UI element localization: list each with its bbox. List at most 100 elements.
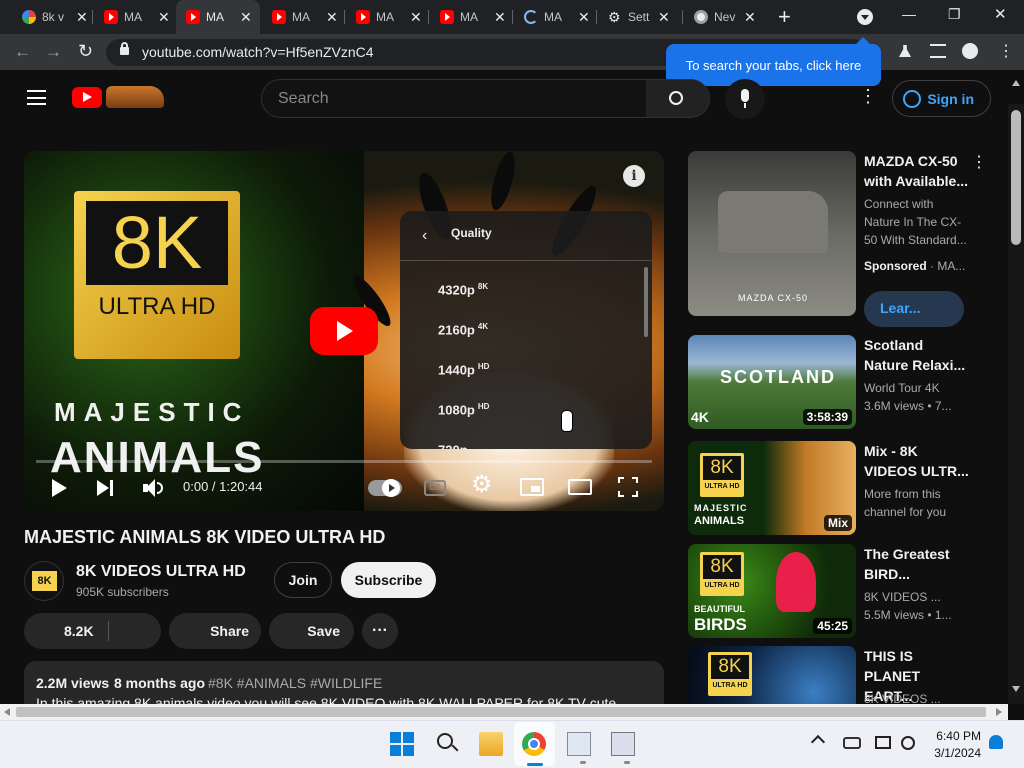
tab-8[interactable]: ⚙ Setti ✕ — [598, 4, 680, 30]
search-input[interactable]: Search — [278, 90, 329, 108]
video-thumbnail-birds[interactable]: 8K ULTRA HD BEAUTIFUL BIRDS 45:25 — [688, 544, 856, 638]
share-button[interactable]: Share — [169, 613, 261, 649]
video-title-scotland[interactable]: Scotland Nature Relaxi... — [864, 335, 970, 375]
search-box[interactable]: Search — [261, 79, 647, 118]
miniplayer-icon[interactable] — [520, 478, 544, 496]
video-title-birds[interactable]: The Greatest BIRD... — [864, 544, 970, 584]
network-icon[interactable] — [875, 736, 891, 749]
forward-icon[interactable]: → — [45, 42, 62, 62]
back-icon[interactable]: ← — [14, 42, 31, 62]
video-thumbnail-planet[interactable]: 8K ULTRA HD — [688, 646, 856, 704]
youtube-logo-icon[interactable] — [72, 87, 102, 108]
url-text[interactable]: youtube.com/watch?v=Hf5enZVznC4 — [142, 44, 374, 60]
quality-menu-header[interactable]: ‹ Quality — [400, 211, 652, 261]
autoplay-toggle[interactable] — [368, 479, 402, 497]
like-count[interactable]: 8.2K — [64, 623, 94, 639]
scrollbar-thumb[interactable] — [1011, 110, 1021, 245]
tab-3-active[interactable]: MA ✕ — [176, 0, 260, 34]
horizontal-scrollbar[interactable] — [0, 704, 1008, 720]
close-tab-icon[interactable]: ✕ — [578, 9, 590, 26]
ad-thumbnail[interactable]: MAZDA CX-50 — [688, 151, 856, 316]
captions-icon[interactable]: CC — [424, 480, 446, 496]
channel-name[interactable]: 8K VIDEOS ULTRA HD — [76, 563, 246, 581]
play-icon[interactable] — [48, 476, 72, 500]
close-tab-icon[interactable]: ✕ — [158, 9, 170, 26]
tab-7[interactable]: MA ✕ — [514, 4, 594, 30]
thumbs-down-icon[interactable] — [124, 623, 138, 637]
photos-app-icon[interactable] — [567, 732, 591, 756]
scroll-right-arrow-icon[interactable] — [996, 708, 1002, 716]
info-icon[interactable]: i — [623, 165, 645, 187]
scroll-down-arrow-icon[interactable] — [1012, 686, 1020, 692]
quality-option-4320p[interactable]: 4320p 8K — [438, 282, 488, 297]
close-tab-icon[interactable]: ✕ — [240, 9, 252, 26]
media-control-icon[interactable] — [930, 44, 946, 58]
learn-more-button[interactable]: Lear... — [864, 291, 964, 327]
tab-9[interactable]: Nev ✕ — [684, 4, 766, 30]
settings-more-icon[interactable]: ⋮ — [859, 86, 877, 107]
restore-button[interactable]: ❐ — [948, 6, 961, 23]
chrome-menu-icon[interactable]: ⋮ — [998, 41, 1014, 61]
quality-option-1440p[interactable]: 1440p HD — [438, 362, 489, 377]
video-player[interactable]: 8K ULTRA HD MAJESTIC ANIMALS i ‹ Quality… — [24, 151, 664, 511]
theater-mode-icon[interactable] — [568, 479, 592, 495]
progress-bar[interactable] — [36, 460, 652, 463]
tab-2[interactable]: MA ✕ — [94, 4, 174, 30]
volume-muted-icon[interactable] — [901, 736, 915, 750]
close-tab-icon[interactable]: ✕ — [744, 9, 756, 26]
scroll-left-arrow-icon[interactable] — [4, 708, 10, 716]
channel-avatar[interactable]: 8K — [24, 561, 64, 601]
close-tab-icon[interactable]: ✕ — [410, 9, 422, 26]
file-explorer-icon[interactable] — [479, 732, 503, 756]
fullscreen-icon[interactable] — [618, 477, 638, 497]
join-button[interactable]: Join — [274, 562, 332, 598]
reload-icon[interactable]: ↻ — [78, 41, 93, 62]
hashtags[interactable]: #8K #ANIMALS #WILDLIFE — [208, 675, 382, 691]
volume-icon[interactable] — [141, 476, 165, 500]
search-icon[interactable] — [435, 732, 459, 756]
scroll-up-arrow-icon[interactable] — [1012, 80, 1020, 86]
ad-title[interactable]: MAZDA CX-50 with Available... — [864, 151, 970, 191]
minimize-button[interactable]: — — [902, 6, 916, 22]
close-window-button[interactable]: ✕ — [994, 5, 1007, 23]
tab-4[interactable]: MA ✕ — [262, 4, 342, 30]
horizontal-scrollbar-thumb[interactable] — [16, 707, 986, 717]
tab-6[interactable]: MA ✕ — [430, 4, 510, 30]
quality-option-1080p[interactable]: 1080p HD — [438, 402, 489, 417]
quality-menu-scrollbar[interactable] — [644, 267, 648, 337]
onedrive-icon[interactable] — [843, 737, 861, 749]
lock-icon[interactable] — [120, 42, 129, 55]
windows-start-icon[interactable] — [390, 732, 414, 756]
video-thumbnail-scotland[interactable]: SCOTLAND 4K 3:58:39 — [688, 335, 856, 429]
close-tab-icon[interactable]: ✕ — [76, 9, 88, 26]
quality-option-2160p[interactable]: 2160p 4K — [438, 322, 488, 337]
tab-1[interactable]: 8k v ✕ — [12, 4, 92, 30]
video-thumbnail-mix[interactable]: 8K ULTRA HD MAJESTIC ANIMALS Mix — [688, 441, 856, 535]
search-button[interactable] — [646, 79, 710, 118]
close-tab-icon[interactable]: ✕ — [494, 9, 506, 26]
quality-option-720p[interactable]: 720p — [438, 442, 471, 449]
tab-5[interactable]: MA ✕ — [346, 4, 426, 30]
settings-gear-icon[interactable]: ⚙ — [471, 473, 493, 497]
large-play-button[interactable] — [310, 307, 378, 355]
new-tab-button[interactable]: + — [778, 4, 791, 30]
ad-more-icon[interactable]: ⋮ — [971, 152, 987, 172]
back-chevron-icon[interactable]: ‹ — [422, 227, 427, 245]
voice-search-button[interactable] — [725, 79, 765, 119]
next-icon[interactable] — [94, 476, 118, 500]
subscribe-button[interactable]: Subscribe — [341, 562, 436, 598]
remote-desktop-icon[interactable] — [611, 732, 635, 756]
more-actions-button[interactable]: ··· — [362, 613, 398, 649]
hamburger-menu-icon[interactable] — [27, 90, 46, 105]
thumbs-up-icon[interactable] — [38, 623, 52, 637]
save-button[interactable]: Save — [269, 613, 354, 649]
profile-icon[interactable] — [962, 43, 978, 59]
clock[interactable]: 6:40 PM 3/1/2024 — [925, 729, 981, 760]
close-tab-icon[interactable]: ✕ — [658, 9, 670, 26]
vertical-scrollbar[interactable] — [1008, 104, 1024, 704]
chrome-taskbar-icon[interactable] — [522, 732, 546, 756]
notification-bell-icon[interactable] — [989, 735, 1003, 749]
close-tab-icon[interactable]: ✕ — [326, 9, 338, 26]
tab-search-button[interactable] — [857, 9, 873, 25]
doodle-logo[interactable] — [106, 86, 164, 108]
